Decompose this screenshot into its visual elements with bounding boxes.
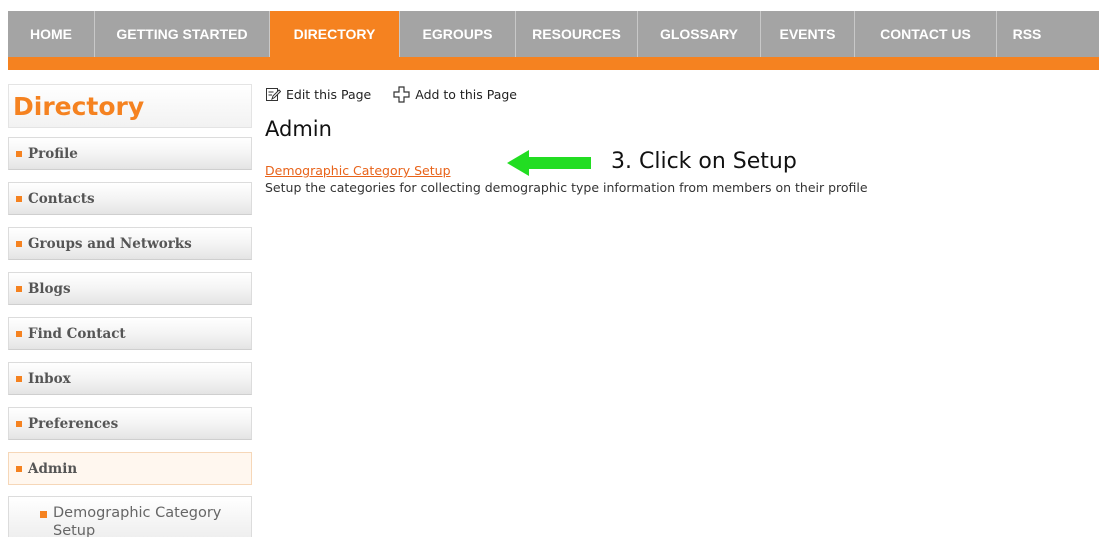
nav-accent-bar: [8, 57, 1099, 70]
sidebar-subitem-label: Demographic Category Setup: [53, 505, 222, 537]
edit-page-button[interactable]: Edit this Page: [265, 87, 371, 102]
sidebar-item-label: Profile: [28, 145, 78, 162]
sidebar-item-groups-and-networks[interactable]: Groups and Networks: [8, 227, 252, 260]
edit-icon: [266, 88, 281, 101]
sidebar-item-label: Contacts: [28, 190, 95, 207]
bullet-icon: [16, 285, 22, 292]
bullet-icon: [16, 150, 22, 157]
bullet-icon: [40, 511, 47, 518]
bullet-icon: [16, 240, 22, 247]
nav-egroups[interactable]: EGROUPS: [400, 11, 516, 57]
sidebar-item-label: Find Contact: [28, 325, 126, 342]
bullet-icon: [16, 330, 22, 337]
sidebar-item-find-contact[interactable]: Find Contact: [8, 317, 252, 350]
sidebar-item-preferences[interactable]: Preferences: [8, 407, 252, 440]
sidebar: Directory Profile Contacts Groups and Ne…: [8, 84, 252, 537]
sidebar-item-label: Blogs: [28, 280, 71, 297]
nav-contact-us[interactable]: CONTACT US: [855, 11, 997, 57]
category-description: Setup the categories for collecting demo…: [265, 180, 868, 195]
nav-events[interactable]: EVENTS: [761, 11, 855, 57]
bullet-icon: [16, 465, 22, 472]
sidebar-title: Directory: [8, 84, 252, 128]
sidebar-subitem-demographic-category-setup[interactable]: Demographic Category Setup: [8, 496, 252, 537]
nav-home[interactable]: HOME: [8, 11, 95, 57]
demographic-category-setup-link[interactable]: Demographic Category Setup: [265, 163, 451, 178]
nav-glossary[interactable]: GLOSSARY: [638, 11, 761, 57]
plus-icon: [393, 86, 410, 103]
sidebar-item-contacts[interactable]: Contacts: [8, 182, 252, 215]
sidebar-item-label: Preferences: [28, 415, 119, 432]
sidebar-item-admin[interactable]: Admin: [8, 452, 252, 485]
nav-resources[interactable]: RESOURCES: [516, 11, 638, 57]
nav-rss[interactable]: RSS: [997, 11, 1057, 57]
bullet-icon: [16, 420, 22, 427]
sidebar-item-label: Admin: [28, 460, 78, 477]
page-title: Admin: [265, 117, 332, 141]
nav-directory[interactable]: DIRECTORY: [270, 11, 400, 57]
annotation-text: 3. Click on Setup: [611, 149, 797, 174]
nav-getting-started[interactable]: GETTING STARTED: [95, 11, 270, 57]
green-arrow-icon: [507, 150, 591, 176]
edit-page-label: Edit this Page: [286, 87, 372, 102]
sidebar-item-label: Inbox: [28, 370, 71, 387]
sidebar-item-blogs[interactable]: Blogs: [8, 272, 252, 305]
add-to-page-button[interactable]: Add to this Page: [393, 86, 517, 103]
add-to-page-label: Add to this Page: [415, 87, 517, 102]
sidebar-item-label: Groups and Networks: [28, 235, 192, 252]
page-tools: Edit this Page Add to this Page: [265, 86, 517, 103]
top-navigation: HOME GETTING STARTED DIRECTORY EGROUPS R…: [8, 11, 1099, 57]
sidebar-item-profile[interactable]: Profile: [8, 137, 252, 170]
bullet-icon: [16, 195, 22, 202]
sidebar-item-inbox[interactable]: Inbox: [8, 362, 252, 395]
bullet-icon: [16, 375, 22, 382]
